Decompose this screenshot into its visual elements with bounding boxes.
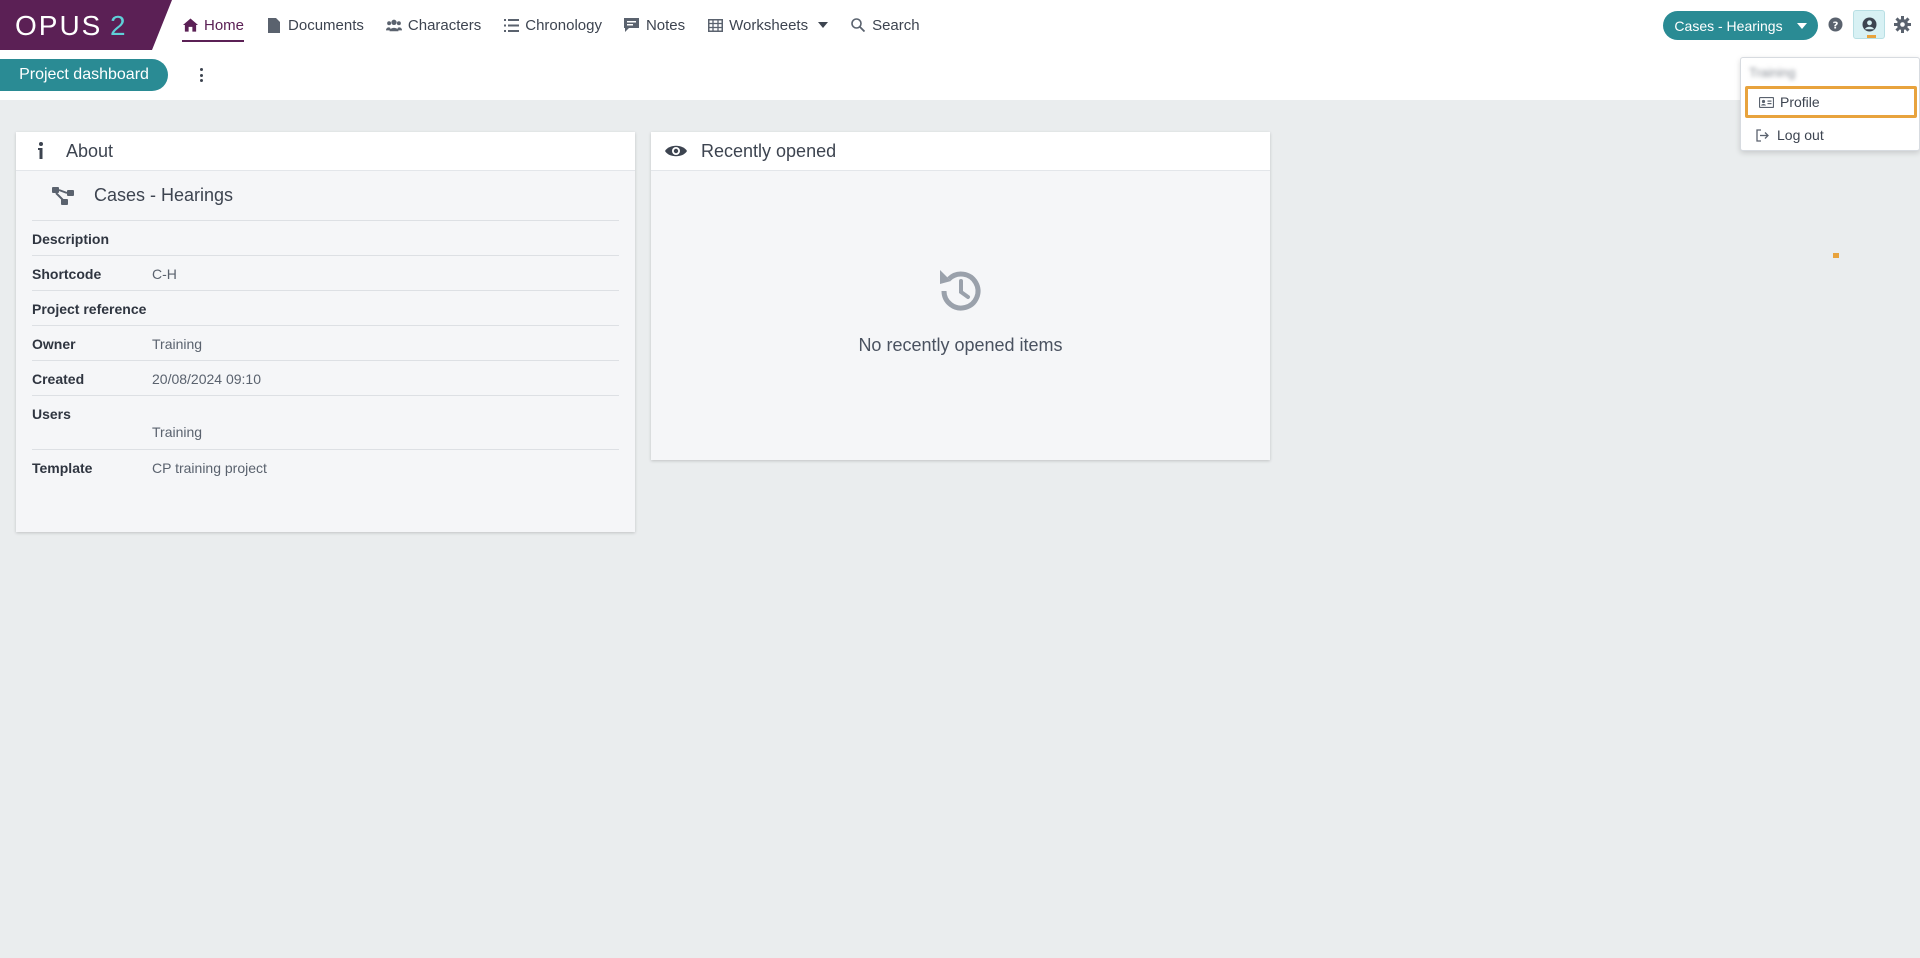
empty-message: No recently opened items <box>858 335 1063 355</box>
nav-worksheets-label: Worksheets <box>729 16 809 34</box>
empty-state: No recently opened items <box>651 264 1270 356</box>
eye-icon <box>665 140 687 162</box>
nav-characters-label: Characters <box>407 16 482 34</box>
nav-search-label: Search <box>872 16 920 34</box>
nav-notes-label: Notes <box>645 16 686 34</box>
detail-key: Owner <box>32 336 76 352</box>
project-name-heading: Cases - Hearings <box>32 171 619 221</box>
nav-home[interactable]: Home <box>182 0 245 50</box>
detail-value: C-H <box>152 266 177 282</box>
project-selector-label: Cases - Hearings <box>1674 17 1783 34</box>
nav-characters[interactable]: Characters <box>385 0 482 50</box>
menu-item-profile-label: Profile <box>1780 94 1820 110</box>
recently-opened-panel: Recently opened No recently opened items <box>651 132 1270 460</box>
detail-key: Template <box>32 460 93 476</box>
nav-documents-label: Documents <box>288 16 364 34</box>
project-selector-button[interactable]: Cases - Hearings <box>1663 11 1818 40</box>
detail-key: Project reference <box>32 301 147 317</box>
more-options-icon[interactable] <box>196 66 206 84</box>
opus2-logo[interactable]: OPUS 2 <box>0 0 172 50</box>
search-icon <box>850 17 866 33</box>
nav-chronology[interactable]: Chronology <box>503 0 602 50</box>
comment-icon <box>624 17 640 33</box>
history-icon <box>939 270 980 311</box>
detail-row-template: Template CP training project <box>32 450 619 485</box>
chevron-down-icon <box>1796 22 1807 29</box>
info-icon <box>30 140 52 162</box>
top-navbar: OPUS 2 Home Documents Characters Chronol… <box>0 0 1920 50</box>
user-circle-icon <box>1862 17 1876 32</box>
detail-value: 20/08/2024 09:10 <box>152 371 261 387</box>
nav-notes[interactable]: Notes <box>624 0 685 50</box>
users-icon <box>385 17 402 33</box>
dot <box>199 73 203 77</box>
document-icon <box>266 17 282 33</box>
detail-value: CP training project <box>152 460 267 476</box>
home-icon <box>182 17 198 33</box>
menu-item-logout-label: Log out <box>1777 127 1824 143</box>
gear-icon[interactable] <box>1894 16 1911 33</box>
detail-row-users: Users Training <box>32 396 619 450</box>
menu-item-profile[interactable]: Profile <box>1745 86 1917 118</box>
user-menu-button[interactable] <box>1853 10 1885 39</box>
id-card-icon <box>1758 94 1774 110</box>
detail-row-shortcode: Shortcode C-H <box>32 256 619 291</box>
detail-value: Training <box>152 336 203 352</box>
svg-text:?: ? <box>1833 21 1839 32</box>
logout-icon <box>1755 127 1771 143</box>
detail-key: Shortcode <box>32 266 102 282</box>
help-icon[interactable]: ? <box>1828 17 1843 32</box>
nav-documents[interactable]: Documents <box>266 0 364 50</box>
svg-text:OPUS: OPUS <box>15 10 102 41</box>
main-nav: Home Documents Characters Chronology Not… <box>182 0 942 50</box>
about-panel-header: About <box>16 132 635 171</box>
about-panel: About Cases - Hearings Description Short… <box>16 132 635 532</box>
recently-opened-title: Recently opened <box>701 140 837 161</box>
detail-row-project-reference: Project reference <box>32 291 619 326</box>
dot <box>199 79 203 82</box>
cursor-marker <box>1833 253 1839 258</box>
nav-search[interactable]: Search <box>850 0 920 50</box>
chevron-down-icon <box>818 22 829 28</box>
detail-row-description: Description <box>32 221 619 256</box>
project-name: Cases - Hearings <box>94 185 234 205</box>
nav-home-label: Home <box>204 16 245 34</box>
detail-key: Created <box>32 371 85 387</box>
list-icon <box>503 17 519 33</box>
dot <box>199 68 203 71</box>
active-indicator <box>1867 35 1876 38</box>
user-dropdown-menu: Training Profile Log out <box>1740 57 1920 151</box>
user-name: Training <box>1749 65 1796 80</box>
detail-key: Description <box>32 231 110 247</box>
about-details: Description Shortcode C-H Project refere… <box>32 221 619 485</box>
detail-value: Training <box>152 424 203 440</box>
project-dashboard-button[interactable]: Project dashboard <box>0 59 168 91</box>
dashboard-toolbar: Project dashboard <box>0 50 1920 100</box>
svg-text:2: 2 <box>110 10 126 41</box>
detail-row-owner: Owner Training <box>32 326 619 361</box>
detail-row-created: Created 20/08/2024 09:10 <box>32 361 619 396</box>
about-title: About <box>66 140 114 161</box>
nav-chronology-label: Chronology <box>525 16 602 34</box>
nav-worksheets[interactable]: Worksheets <box>707 0 829 50</box>
project-tree-icon <box>50 183 76 209</box>
table-icon <box>707 17 723 33</box>
detail-key: Users <box>32 406 71 422</box>
recently-opened-header: Recently opened <box>651 132 1270 171</box>
menu-item-logout[interactable]: Log out <box>1745 119 1917 151</box>
